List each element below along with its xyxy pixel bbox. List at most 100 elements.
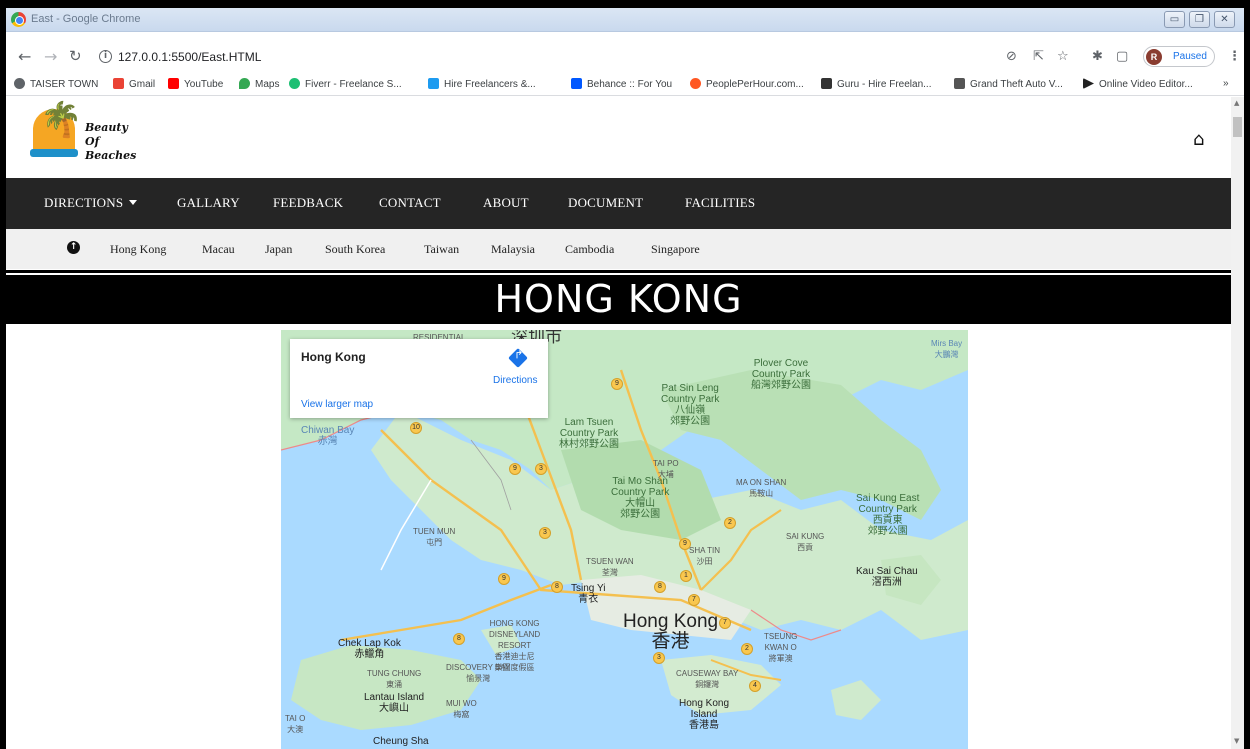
route-badge: 7 bbox=[719, 617, 731, 629]
site-logo[interactable]: 🌴 Beauty Of Beaches bbox=[28, 103, 138, 163]
map-label: Hong Kong Island 香港島 bbox=[679, 698, 730, 731]
bookmark-item[interactable]: Maps bbox=[239, 78, 279, 90]
nav-gallary[interactable]: GALLARY bbox=[177, 195, 240, 211]
bookmark-label: Behance :: For You bbox=[587, 79, 673, 90]
nav-contact[interactable]: CONTACT bbox=[379, 195, 441, 211]
peopleperhour-icon bbox=[690, 78, 701, 89]
nav-about[interactable]: ABOUT bbox=[483, 195, 529, 211]
country-singapore[interactable]: Singapore bbox=[651, 242, 700, 257]
eye-off-icon[interactable]: ⊘ bbox=[1006, 49, 1017, 64]
minimize-button[interactable]: ▭ bbox=[1164, 11, 1185, 28]
map-label: Mirs Bay 大鵬灣 bbox=[931, 339, 963, 359]
caret-down-icon bbox=[129, 200, 138, 205]
bookmark-label: Grand Theft Auto V... bbox=[970, 79, 1063, 90]
country-taiwan[interactable]: Taiwan bbox=[424, 242, 459, 257]
youtube-icon bbox=[168, 78, 179, 89]
bookmark-label: Maps bbox=[255, 79, 280, 90]
route-badge: 8 bbox=[551, 581, 563, 593]
bookmark-item[interactable]: Gmail bbox=[113, 78, 155, 90]
directions-icon[interactable] bbox=[508, 348, 528, 368]
map-label: Chek Lap Kok 赤鱲角 bbox=[338, 638, 401, 660]
title-bar: East - Google Chrome ▭ ❐ ✕ bbox=[6, 8, 1244, 32]
bookmark-item[interactable]: YouTube bbox=[168, 78, 223, 90]
map-label: SAI KUNG 西貢 bbox=[786, 532, 825, 552]
route-badge: 9 bbox=[509, 463, 521, 475]
share-icon[interactable]: ⇱ bbox=[1033, 49, 1044, 64]
bookmark-label: Fiverr - Freelance S... bbox=[305, 79, 402, 90]
directions-link[interactable]: Directions bbox=[493, 375, 537, 386]
profile-button[interactable]: R Paused bbox=[1143, 46, 1215, 67]
map-label: TSUEN WAN 荃灣 bbox=[586, 557, 634, 577]
profile-status: Paused bbox=[1173, 51, 1207, 62]
divider bbox=[6, 270, 1231, 273]
view-larger-map-link[interactable]: View larger map bbox=[301, 399, 373, 410]
bookmark-item[interactable]: Hire Freelancers &... bbox=[428, 78, 536, 90]
country-cambodia[interactable]: Cambodia bbox=[565, 242, 614, 257]
bookmark-star-icon[interactable]: ☆ bbox=[1057, 49, 1069, 64]
bookmark-item[interactable]: Behance :: For You bbox=[571, 78, 672, 90]
side-panel-icon[interactable]: ▢ bbox=[1116, 49, 1128, 64]
bookmark-item[interactable]: Fiverr - Freelance S... bbox=[289, 78, 402, 90]
forward-icon[interactable]: → bbox=[44, 47, 57, 66]
bookmark-item[interactable]: PeoplePerHour.com... bbox=[690, 78, 804, 90]
map-label: Chiwan Bay 赤灣 bbox=[301, 425, 355, 447]
extensions-icon[interactable]: ✱ bbox=[1092, 49, 1103, 64]
bookmark-item[interactable]: Online Video Editor... bbox=[1083, 78, 1193, 90]
globe-icon bbox=[14, 78, 25, 89]
site-info-icon[interactable]: i bbox=[99, 50, 112, 63]
nav-document[interactable]: DOCUMENT bbox=[568, 195, 643, 211]
video-editor-icon bbox=[1083, 78, 1094, 89]
arrow-up-circle-icon[interactable]: ↑ bbox=[67, 241, 80, 254]
country-nav: ↑ Hong Kong Macau Japan South Korea Taiw… bbox=[6, 229, 1231, 269]
map-label: Sai Kung East Country Park 西貢東 郊野公園 bbox=[856, 493, 920, 537]
logo-line: Beaches bbox=[85, 149, 137, 162]
route-badge: 2 bbox=[724, 517, 736, 529]
freelancer-bird-icon bbox=[428, 78, 439, 89]
nav-facilities[interactable]: FACILITIES bbox=[685, 195, 755, 211]
country-hong-kong[interactable]: Hong Kong bbox=[110, 242, 166, 257]
country-japan[interactable]: Japan bbox=[265, 242, 292, 257]
restore-button[interactable]: ❐ bbox=[1189, 11, 1210, 28]
bookmark-label: TAISER TOWN bbox=[30, 79, 99, 90]
route-badge: 9 bbox=[679, 538, 691, 550]
menu-kebab-icon[interactable]: ⋮ bbox=[1228, 49, 1241, 64]
map-label: Cheung Sha bbox=[373, 736, 429, 747]
home-icon[interactable]: ⌂ bbox=[1193, 129, 1204, 150]
bookmark-label: Hire Freelancers &... bbox=[444, 79, 536, 90]
scroll-up-icon[interactable]: ▲ bbox=[1234, 99, 1239, 107]
map-label: TUEN MUN 屯門 bbox=[413, 527, 456, 547]
bookmark-item[interactable]: Grand Theft Auto V... bbox=[954, 78, 1063, 90]
route-badge: 8 bbox=[453, 633, 465, 645]
map-label: TUNG CHUNG 東涌 bbox=[367, 669, 422, 689]
gmail-icon bbox=[113, 78, 124, 89]
route-badge: 8 bbox=[654, 581, 666, 593]
map-label: Hong Kong 香港 bbox=[623, 611, 719, 652]
country-south-korea[interactable]: South Korea bbox=[325, 242, 385, 257]
country-malaysia[interactable]: Malaysia bbox=[491, 242, 535, 257]
nav-directions[interactable]: DIRECTIONS bbox=[44, 195, 138, 211]
route-badge: 9 bbox=[611, 378, 623, 390]
behance-icon bbox=[571, 78, 582, 89]
bookmark-label: Guru - Hire Freelan... bbox=[837, 79, 932, 90]
back-icon[interactable]: ← bbox=[18, 47, 31, 66]
scroll-down-icon[interactable]: ▼ bbox=[1234, 737, 1239, 745]
bookmark-item[interactable]: TAISER TOWN bbox=[14, 78, 98, 90]
url-field[interactable]: 127.0.0.1:5500/East.HTML bbox=[118, 50, 261, 64]
page-scrollbar[interactable]: ▲ ▼ bbox=[1231, 97, 1244, 749]
nav-feedback[interactable]: FEEDBACK bbox=[273, 195, 343, 211]
reload-icon[interactable]: ↻ bbox=[69, 47, 82, 65]
bookmark-label: PeoplePerHour.com... bbox=[706, 79, 804, 90]
country-macau[interactable]: Macau bbox=[202, 242, 235, 257]
bookmark-item[interactable]: Guru - Hire Freelan... bbox=[821, 78, 931, 90]
logo-text: Beauty Of Beaches bbox=[85, 121, 145, 163]
google-map[interactable]: 深圳市 RESIDENTIAL Plover Cove Country Park… bbox=[281, 330, 968, 749]
nav-label: DIRECTIONS bbox=[44, 195, 124, 210]
map-label: MA ON SHAN 馬鞍山 bbox=[736, 478, 787, 498]
gta-icon bbox=[954, 78, 965, 89]
bookmarks-overflow-button[interactable]: » bbox=[1223, 78, 1229, 89]
guru-icon bbox=[821, 78, 832, 89]
bookmark-label: Gmail bbox=[129, 79, 156, 90]
scroll-thumb[interactable] bbox=[1233, 117, 1242, 137]
close-button[interactable]: ✕ bbox=[1214, 11, 1235, 28]
route-badge: 10 bbox=[410, 422, 422, 434]
